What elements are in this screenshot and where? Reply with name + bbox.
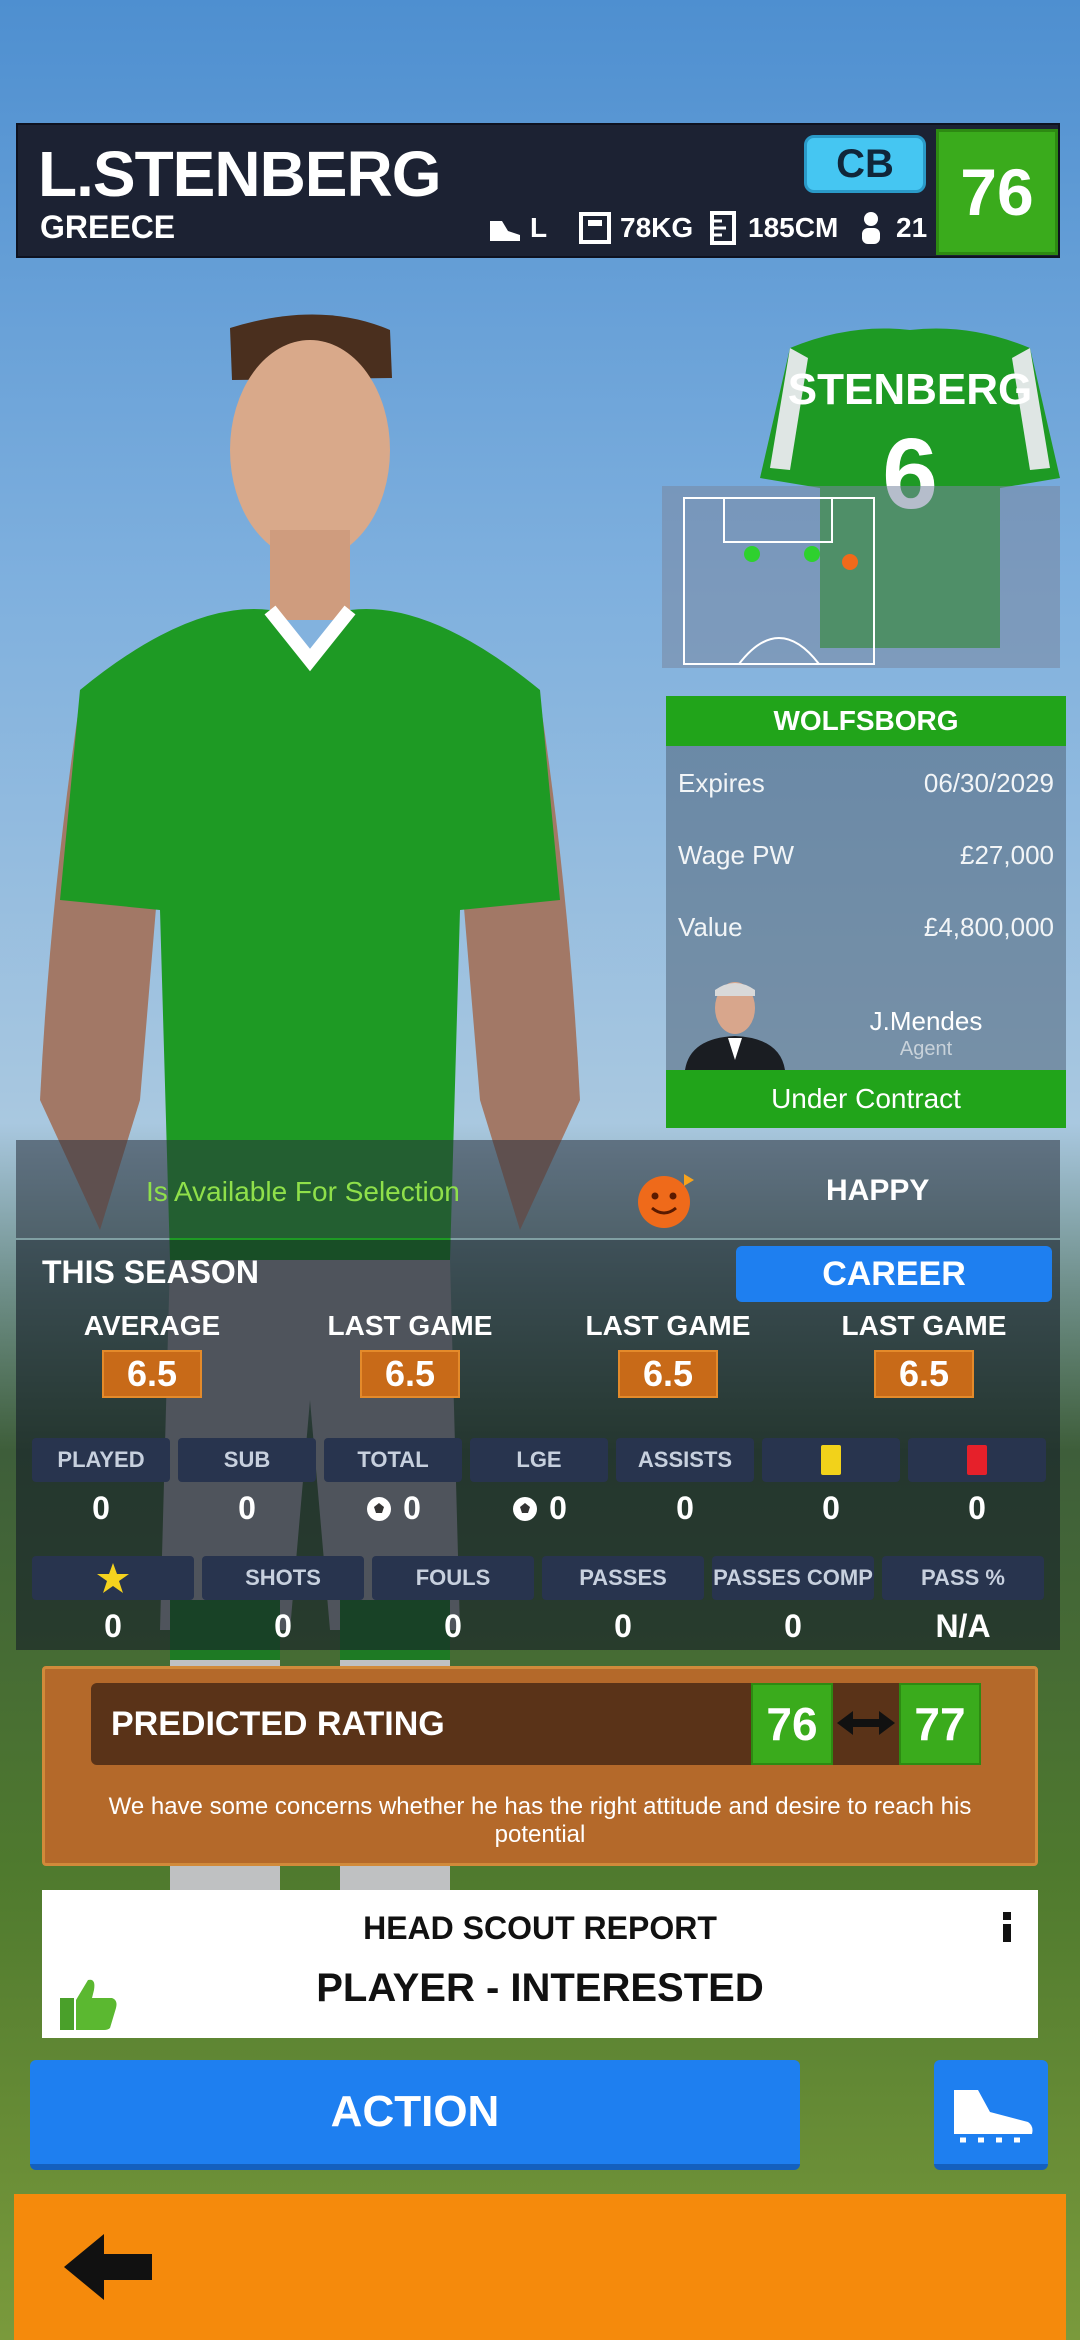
rating-average: AVERAGE 6.5: [32, 1310, 272, 1398]
ball-icon: [367, 1496, 392, 1521]
action-button[interactable]: ACTION: [30, 2060, 800, 2170]
player-age: 21: [854, 211, 927, 245]
rating-last-game: LAST GAME 6.5: [804, 1310, 1044, 1398]
player-name: L.STENBERG: [38, 138, 441, 210]
player-height: 185CM: [706, 211, 838, 245]
boot-icon: [490, 221, 520, 241]
predicted-low: 76: [751, 1683, 833, 1765]
season-title: THIS SEASON: [42, 1254, 259, 1290]
predicted-rating-label: PREDICTED RATING: [111, 1705, 445, 1743]
stat-sub: SUB 0: [178, 1438, 316, 1527]
stat-assists: ASSISTS 0: [616, 1438, 754, 1527]
contract-panel: WOLFSBORG Expires 06/30/2029 Wage PW £27…: [666, 696, 1066, 1128]
predicted-rating-panel: PREDICTED RATING 76 77 We have some conc…: [42, 1666, 1038, 1866]
back-arrow-icon[interactable]: [64, 2230, 164, 2304]
stats-row-1: PLAYED 0 SUB 0 TOTAL 0 LGE 0 ASSISTS 0 0…: [32, 1438, 1046, 1527]
predicted-rating-note: We have some concerns whether he has the…: [108, 1793, 972, 1848]
rating-last-game: LAST GAME 6.5: [548, 1310, 788, 1398]
stat-passes-completed: PASSES COMP 0: [712, 1556, 874, 1645]
mood-label: HAPPY: [826, 1174, 930, 1207]
preferred-foot: L: [488, 211, 547, 245]
stat-league-goals: LGE 0: [470, 1438, 608, 1527]
star-icon: [97, 1563, 129, 1593]
scout-report-title: HEAD SCOUT REPORT: [363, 1910, 717, 1946]
boot-icon: [954, 2090, 1033, 2143]
ball-icon: [513, 1496, 538, 1521]
thumbs-up-icon: [60, 1979, 117, 2030]
agent-role: Agent: [899, 1038, 953, 1060]
availability-text: Is Available For Selection: [146, 1176, 460, 1207]
happy-face-icon: [638, 1174, 694, 1228]
agent-avatar[interactable]: [680, 978, 790, 1070]
stat-played: PLAYED 0: [32, 1438, 170, 1527]
player-header: L.STENBERG GREECE L 78KG 185CM 21 CB 76: [16, 123, 1060, 258]
scout-report-card[interactable]: HEAD SCOUT REPORT PLAYER - INTERESTED: [42, 1890, 1038, 2038]
stat-yellow-cards: 0: [762, 1438, 900, 1527]
boot-button[interactable]: [934, 2060, 1048, 2170]
predicted-high: 77: [899, 1683, 981, 1765]
position-dot: [804, 546, 820, 562]
stat-passes: PASSES 0: [542, 1556, 704, 1645]
player-nationality: GREECE: [40, 209, 176, 245]
availability-bar: Is Available For Selection HAPPY: [16, 1140, 1060, 1238]
info-icon[interactable]: [1000, 1912, 1014, 1942]
pitch-diagram: [683, 497, 875, 665]
position-badge: CB: [804, 135, 926, 193]
position-pitch-map: [662, 486, 1060, 668]
position-dot-selected: [842, 554, 858, 570]
bottom-navigation-bar: [14, 2194, 1066, 2340]
agent-name: J.Mendes: [869, 1006, 983, 1036]
kit-name: STENBERG: [788, 365, 1032, 414]
overall-rating: 76: [936, 129, 1058, 255]
scout-report-result: PLAYER - INTERESTED: [316, 1966, 764, 2010]
red-card-icon: [967, 1445, 987, 1475]
predicted-rating-bar: PREDICTED RATING 76 77: [91, 1683, 981, 1765]
stat-pass-percent: PASS % N/A: [882, 1556, 1044, 1645]
position-dot: [744, 546, 760, 562]
range-arrows-icon: [837, 1711, 895, 1735]
scale-icon: [579, 212, 611, 244]
contract-value-row: Value £4,800,000: [678, 912, 1054, 942]
rating-last-game: LAST GAME 6.5: [290, 1310, 530, 1398]
ruler-icon: [710, 211, 736, 245]
stats-row-2: 0 SHOTS 0 FOULS 0 PASSES 0 PASSES COMP 0…: [32, 1556, 1044, 1645]
contract-status: Under Contract: [666, 1070, 1066, 1128]
yellow-card-icon: [821, 1445, 841, 1475]
season-stats-panel: THIS SEASON CAREER AVERAGE 6.5 LAST GAME…: [16, 1240, 1060, 1650]
stat-red-cards: 0: [908, 1438, 1046, 1527]
person-icon: [862, 212, 880, 244]
stat-fouls: FOULS 0: [372, 1556, 534, 1645]
stat-shots: SHOTS 0: [202, 1556, 364, 1645]
stat-player-of-match: 0: [32, 1556, 194, 1645]
career-button[interactable]: CAREER: [736, 1246, 1052, 1302]
club-name: WOLFSBORG: [666, 696, 1066, 746]
stat-total-goals: TOTAL 0: [324, 1438, 462, 1527]
player-weight: 78KG: [578, 211, 693, 245]
contract-wage-row: Wage PW £27,000: [678, 840, 1054, 870]
contract-expires-row: Expires 06/30/2029: [678, 768, 1054, 798]
